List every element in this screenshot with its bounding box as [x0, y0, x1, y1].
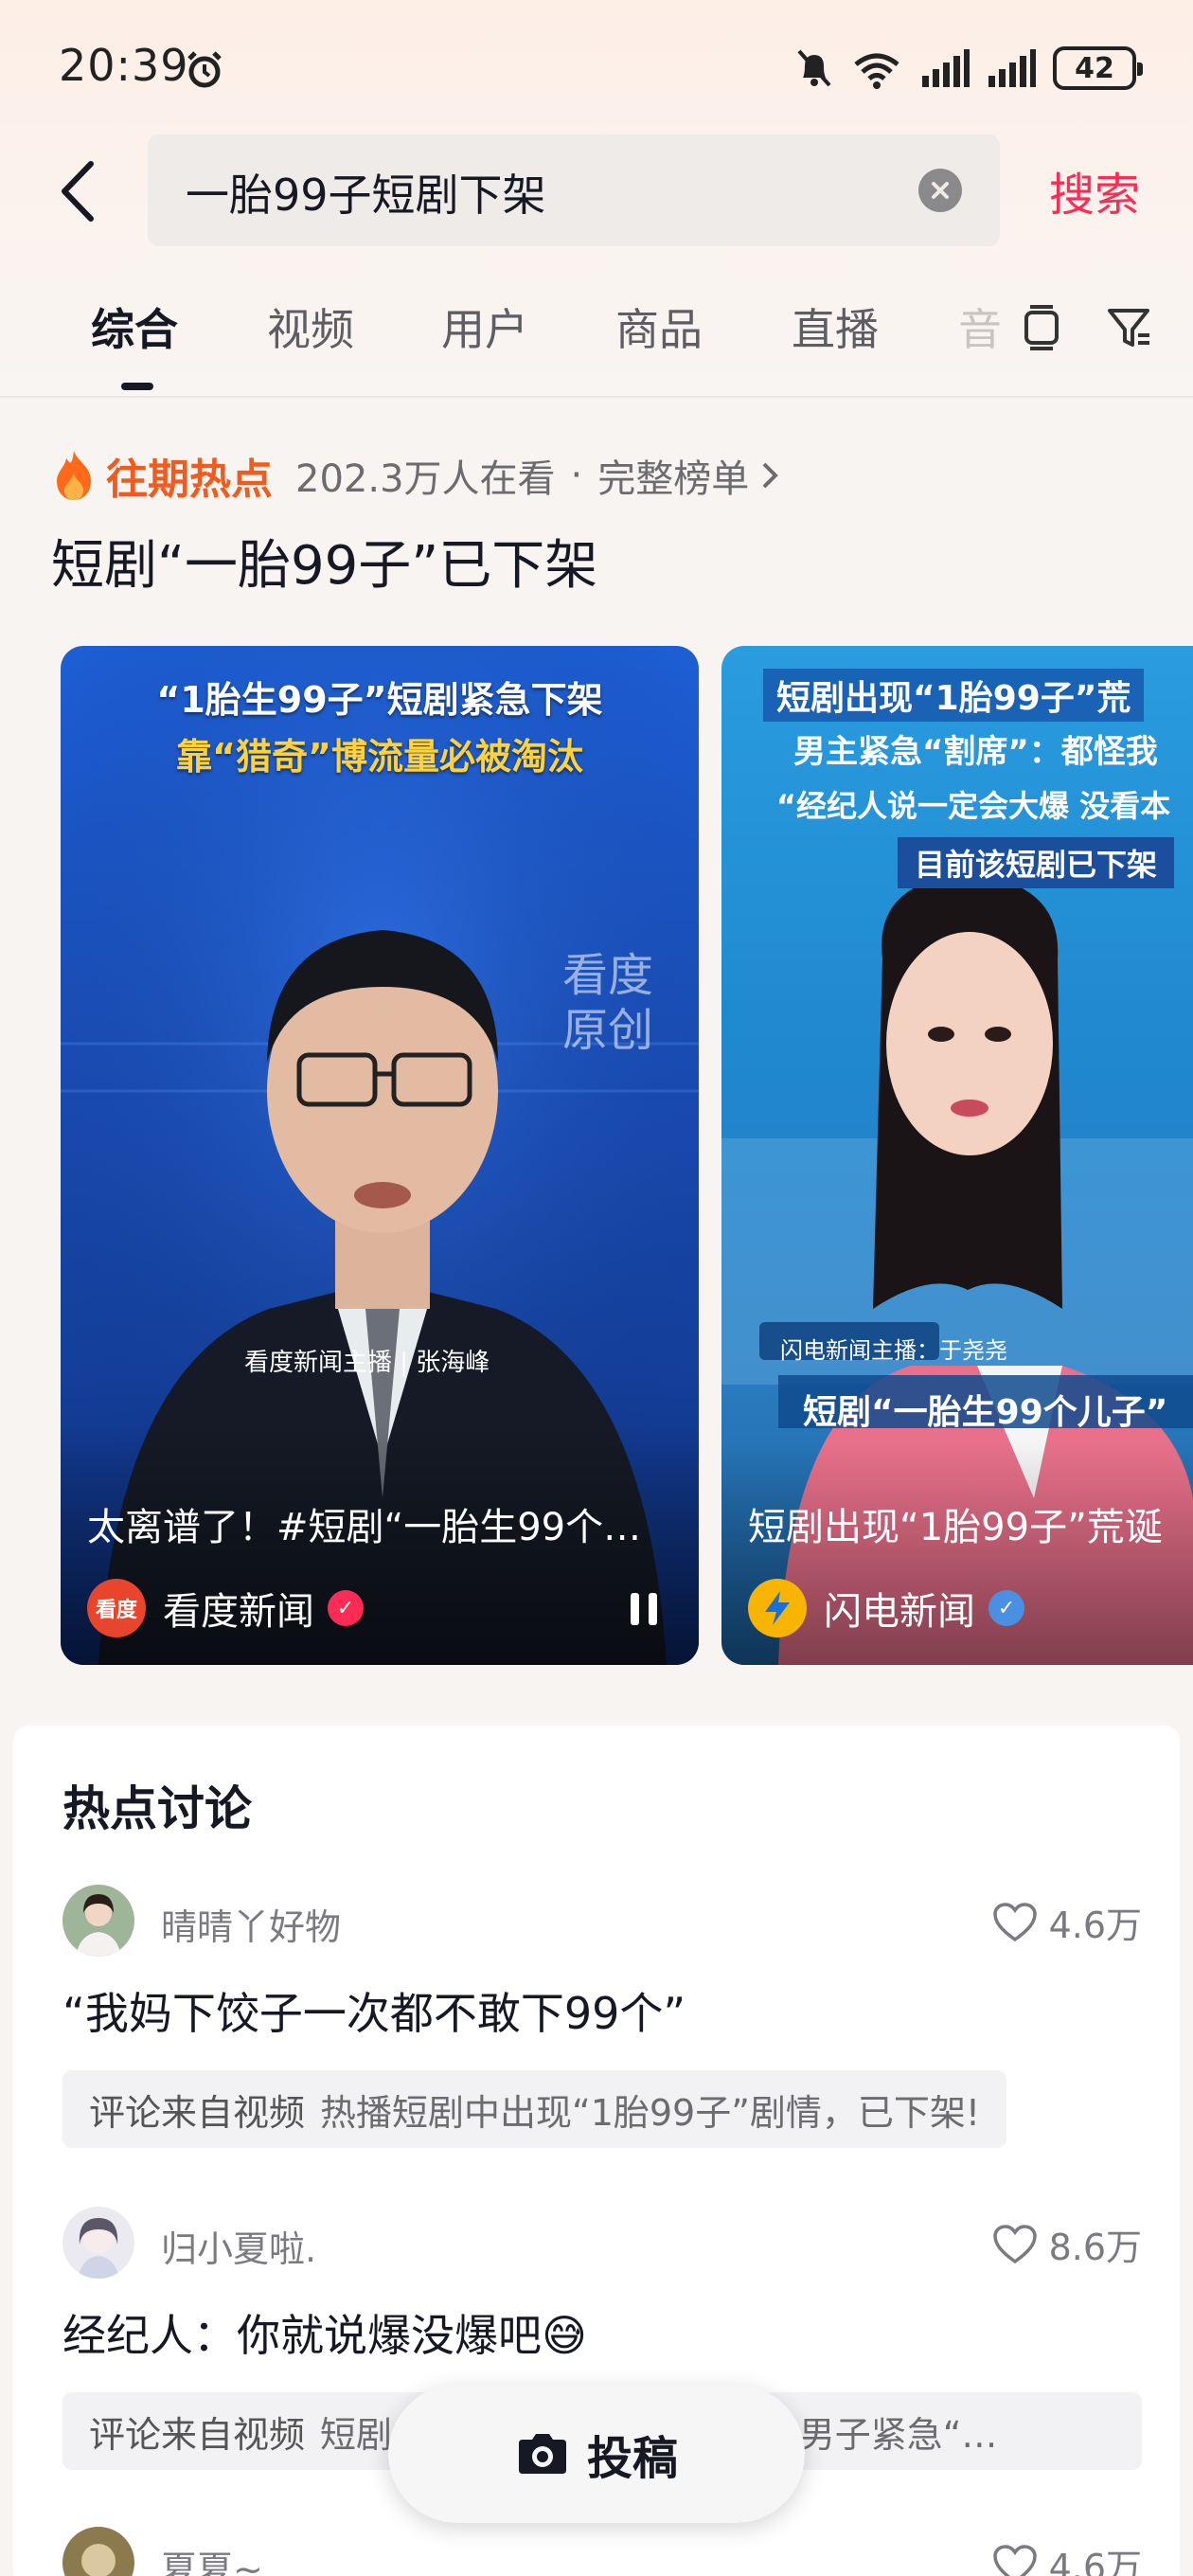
comment-username[interactable]: 晴晴丫好物: [161, 1898, 341, 1950]
comment-item[interactable]: 晴晴丫好物 4.6万 “我妈下饺子一次都不敢下99个” 评论来自视频 热播短剧中…: [62, 1885, 1142, 2159]
active-tab-indicator: [121, 383, 153, 390]
source-label: 评论来自视频: [89, 2091, 306, 2134]
section-title: 热点讨论: [62, 1781, 252, 1836]
battery-indicator: 42: [1053, 46, 1143, 90]
video-overlay-quote: “经纪人说一定会大爆 没看本: [776, 788, 1171, 824]
avatar[interactable]: [62, 1885, 134, 1957]
source-label: 评论来自视频: [89, 2413, 306, 2456]
heart-icon: [992, 1902, 1037, 1941]
tab-users[interactable]: 用户: [441, 295, 528, 358]
full-list-link[interactable]: 完整榜单: [597, 448, 749, 503]
video-caption: 短剧出现“1胎99子”荒诞: [748, 1506, 1163, 1549]
comment-text: “我妈下饺子一次都不敢下99个”: [62, 1988, 686, 2039]
viewer-count: 202.3万人在看: [295, 457, 556, 501]
camera-icon: [518, 2434, 566, 2474]
tab-products[interactable]: 商品: [615, 295, 703, 358]
signal-icon-2: [988, 49, 1036, 87]
channel-watermark: 看度 原创: [562, 949, 654, 1057]
tab-comprehensive[interactable]: 综合: [91, 295, 178, 358]
wifi-icon: [854, 53, 899, 89]
hot-topic-section: 往期热点 202.3万人在看 · 完整榜单 短剧“一胎99子”已下架 “1胎生9…: [0, 398, 1193, 1705]
alarm-icon: [187, 51, 222, 88]
pause-icon[interactable]: [627, 1589, 661, 1629]
layout-toggle-icon[interactable]: [1017, 303, 1066, 352]
post-button[interactable]: 投稿: [388, 2385, 805, 2523]
comment-username[interactable]: 归小夏啦.: [161, 2220, 316, 2272]
heart-icon: [992, 2544, 1037, 2576]
comment-text: 经纪人：你就说爆没爆吧😅: [62, 2310, 587, 2361]
lightning-icon: [765, 1591, 790, 1625]
clock: 20:39: [59, 40, 189, 91]
back-button[interactable]: [57, 153, 104, 229]
comment-username[interactable]: 夏夏~: [161, 2540, 263, 2576]
anchor-name-label: 看度新闻主播 | 张海峰: [244, 1349, 490, 1377]
video-lower-third: 短剧“一胎生99个儿子”: [803, 1393, 1168, 1432]
video-card[interactable]: “1胎生99子”短剧紧急下架 靠“猎奇”博流量必被淘汰 看度 原创 看度新闻主播…: [61, 646, 699, 1665]
tab-video[interactable]: 视频: [267, 295, 354, 358]
source-logo: 看度: [87, 1579, 146, 1637]
heart-icon: [992, 2224, 1037, 2263]
source-name: 看度新闻: [163, 1590, 314, 1634]
search-button[interactable]: 搜索: [1049, 157, 1140, 224]
tab-live[interactable]: 直播: [792, 295, 879, 358]
hot-topic-title[interactable]: 短剧“一胎99子”已下架: [51, 523, 597, 599]
video-overlay-subheadline: 男主紧急“割席”：都怪我: [793, 733, 1158, 771]
search-query: 一胎99子短剧下架: [186, 170, 546, 221]
video-source[interactable]: 闪电新闻 ✓: [748, 1578, 1024, 1638]
like-count: 8.6万: [1048, 2227, 1142, 2268]
tab-music[interactable]: 音: [958, 295, 1002, 358]
video-overlay-headline: “1胎生99子”短剧紧急下架: [156, 679, 603, 721]
like-count: 4.6万: [1048, 1905, 1142, 1946]
mute-bell-icon: [797, 49, 831, 87]
avatar[interactable]: [62, 2527, 134, 2576]
chevron-right-icon: [762, 462, 779, 489]
signal-icon-1: [922, 49, 970, 87]
verified-badge-icon: ✓: [328, 1590, 364, 1626]
clear-search-button[interactable]: [918, 169, 962, 212]
source-logo: [748, 1579, 807, 1637]
like-count: 4.6万: [1048, 2547, 1142, 2576]
close-icon: [932, 182, 949, 199]
source-name: 闪电新闻: [824, 1590, 975, 1634]
chevron-left-icon: [62, 161, 94, 222]
video-overlay-status: 目前该短剧已下架: [898, 837, 1175, 888]
video-caption: 太离谱了！#短剧“一胎生99个…: [87, 1506, 642, 1549]
flame-icon: [57, 451, 91, 500]
source-video-title: 热播短剧中出现“1胎99子”剧情，已下架!: [320, 2091, 981, 2134]
avatar[interactable]: [62, 2207, 134, 2279]
comment-source-link[interactable]: 评论来自视频 热播短剧中出现“1胎99子”剧情，已下架!: [62, 2070, 1007, 2148]
result-tabs: 综合 视频 用户 商品 直播 音: [0, 284, 1193, 398]
like-button[interactable]: 4.6万: [992, 1896, 1142, 1948]
separator-dot: ·: [570, 454, 583, 497]
video-source[interactable]: 看度 看度新闻 ✓: [87, 1578, 364, 1638]
filter-icon[interactable]: [1104, 303, 1153, 352]
anchor-name-label: 闪电新闻主播：于尧尧: [780, 1337, 1007, 1364]
verified-badge-icon: ✓: [988, 1590, 1024, 1626]
search-input[interactable]: 一胎99子短剧下架: [148, 134, 1000, 246]
comment-item[interactable]: 夏夏~ 4.6万: [62, 2527, 1142, 2576]
status-bar: 20:39 42: [0, 0, 1193, 133]
post-button-label: 投稿: [586, 2432, 678, 2485]
video-card[interactable]: 短剧出现“1胎99子”荒 男主紧急“割席”：都怪我 “经纪人说一定会大爆 没看本…: [721, 646, 1193, 1665]
video-overlay-subheadline: 靠“猎奇”博流量必被淘汰: [176, 736, 583, 778]
like-button[interactable]: 4.6万: [992, 2538, 1142, 2576]
video-overlay-headline: 短剧出现“1胎99子”荒: [763, 669, 1145, 722]
like-button[interactable]: 8.6万: [992, 2218, 1142, 2270]
hot-topic-tag: 往期热点: [106, 456, 273, 504]
